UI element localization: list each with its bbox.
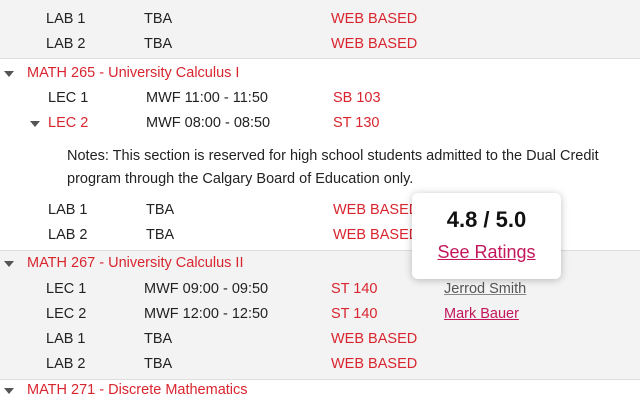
section-code: LAB 1 <box>48 202 88 218</box>
section-row: LEC 1 MWF 09:00 - 09:50 ST 140 Jerrod Sm… <box>0 277 640 302</box>
section-time: MWF 09:00 - 09:50 <box>144 281 269 297</box>
section-time: TBA <box>144 356 173 372</box>
section-time: TBA <box>146 227 175 243</box>
section-room: WEB BASED <box>333 202 420 218</box>
section-time: TBA <box>144 331 173 347</box>
section-code: LEC 1 <box>48 90 89 106</box>
expand-triangle-icon[interactable] <box>4 261 14 267</box>
section-room: WEB BASED <box>331 36 418 52</box>
expand-triangle-icon[interactable] <box>4 388 14 394</box>
section-room: WEB BASED <box>331 356 418 372</box>
section-row: LEC 2 MWF 12:00 - 12:50 ST 140 Mark Baue… <box>0 302 640 327</box>
section-row: LAB 2 TBA WEB BASED <box>0 352 640 377</box>
section-time: TBA <box>144 36 173 52</box>
section-row: LEC 1 MWF 11:00 - 11:50 SB 103 <box>0 86 640 111</box>
course-block-math-271: MATH 271 - Discrete Mathematics <box>0 380 640 400</box>
section-time: TBA <box>146 202 175 218</box>
see-ratings-link[interactable]: See Ratings <box>412 242 561 263</box>
section-time: MWF 11:00 - 11:50 <box>146 90 268 106</box>
section-code: LAB 2 <box>48 227 88 243</box>
section-room: ST 130 <box>333 115 380 131</box>
section-code: LAB 2 <box>46 356 86 372</box>
section-row: LAB 2 TBA WEB BASED <box>0 32 640 57</box>
section-code: LEC 1 <box>46 281 87 297</box>
course-title[interactable]: MATH 265 - University Calculus I <box>27 61 239 86</box>
section-row: LAB 1 TBA WEB BASED <box>0 327 640 352</box>
expand-triangle-icon[interactable] <box>4 71 14 77</box>
section-room: ST 140 <box>331 281 378 297</box>
section-notes: Notes: This section is reserved for high… <box>67 148 599 187</box>
section-room: SB 103 <box>333 90 381 106</box>
ratings-popup: 4.8 / 5.0 See Ratings <box>412 193 561 279</box>
course-title[interactable]: MATH 267 - University Calculus II <box>27 251 243 276</box>
section-code: LAB 2 <box>46 36 86 52</box>
section-time: MWF 12:00 - 12:50 <box>144 306 269 322</box>
expand-triangle-icon[interactable] <box>30 121 40 127</box>
section-room: ST 140 <box>331 306 378 322</box>
section-code[interactable]: LEC 2 <box>48 111 88 136</box>
section-room: WEB BASED <box>333 227 420 243</box>
instructor-link[interactable]: Mark Bauer <box>444 302 519 327</box>
section-room: WEB BASED <box>331 331 418 347</box>
section-time: MWF 08:00 - 08:50 <box>146 115 271 131</box>
section-code: LAB 1 <box>46 11 86 27</box>
rating-score: 4.8 / 5.0 <box>446 207 527 232</box>
course-header-math-265[interactable]: MATH 265 - University Calculus I <box>0 61 640 86</box>
course-header-math-271[interactable]: MATH 271 - Discrete Mathematics <box>0 380 640 400</box>
instructor-link[interactable]: Jerrod Smith <box>444 277 526 302</box>
section-row-expanded[interactable]: LEC 2 MWF 08:00 - 08:50 ST 130 <box>0 111 640 136</box>
course-title[interactable]: MATH 271 - Discrete Mathematics <box>27 378 248 400</box>
section-room: WEB BASED <box>331 11 418 27</box>
section-row: LAB 1 TBA WEB BASED <box>0 7 640 32</box>
section-code: LAB 1 <box>46 331 86 347</box>
course-schedule-page: LAB 1 TBA WEB BASED LAB 2 TBA WEB BASED … <box>0 0 640 400</box>
section-time: TBA <box>144 11 173 27</box>
previous-course-block: LAB 1 TBA WEB BASED LAB 2 TBA WEB BASED <box>0 0 640 58</box>
section-code: LEC 2 <box>46 306 87 322</box>
